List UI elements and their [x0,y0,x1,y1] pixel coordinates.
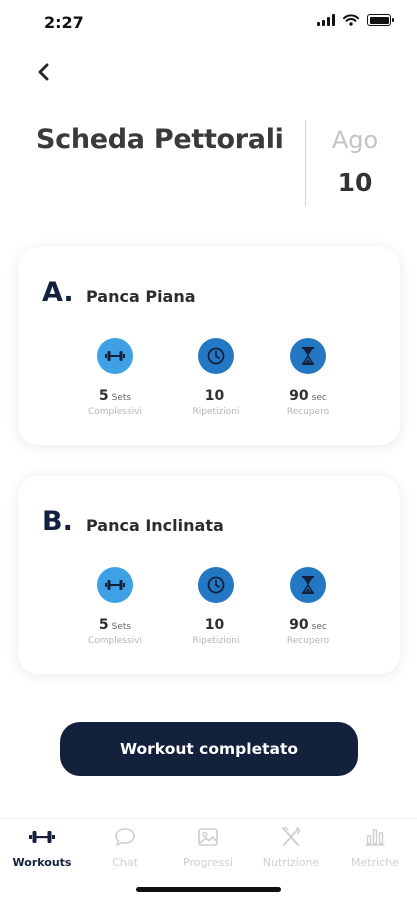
stat-label: Recupero [286,636,330,646]
exercise-letter: B. [42,506,73,537]
stat-reps: 10 Ripetizioni [166,567,266,646]
stat-label: Ripetizioni [192,636,240,646]
tab-label: Workouts [12,856,72,869]
tab-metriche[interactable]: Metriche [333,825,417,869]
status-bar: 2:27 [0,0,417,44]
stat-label: Recupero [286,407,330,417]
stat-unit: sec [311,622,327,632]
stat-label: Complessivi [87,407,142,417]
page-title: Scheda Pettorali [36,124,284,155]
stat-reps: 10 Ripetizioni [166,338,266,417]
chevron-left-icon [38,63,49,81]
clock-icon [198,567,234,603]
dumbbell-icon [97,338,133,374]
exercise-letter: A. [42,277,74,308]
bar-chart-icon [333,825,417,849]
stat-value: 90 [289,388,309,404]
stat-value: 5 [98,388,109,404]
stat-unit: sec [311,393,327,403]
stat-value: 90 [289,617,309,633]
cutlery-icon [249,825,333,849]
stat-label: Ripetizioni [192,407,240,417]
stat-rest: 90 sec Recupero [258,338,358,417]
workout-complete-button[interactable]: Workout completato [60,722,358,776]
date-day: 10 [337,168,373,197]
exercise-card-a[interactable]: A. Panca Piana 5 Sets Complessivi 10 Ripe… [18,247,400,445]
photo-icon [166,825,250,849]
tab-label: Progressi [183,856,233,869]
dumbbell-icon [0,825,84,849]
tab-workouts[interactable]: Workouts [0,825,84,869]
home-indicator[interactable] [136,887,281,892]
tab-nutrizione[interactable]: Nutrizione [249,825,333,869]
back-button[interactable] [32,60,56,84]
wifi-icon [343,14,359,26]
hourglass-icon [290,338,326,374]
dumbbell-icon [97,567,133,603]
status-time: 2:27 [44,13,84,32]
tab-chat[interactable]: Chat [83,825,167,869]
stat-value: 5 [98,617,109,633]
chat-icon [83,825,167,849]
stat-sets: 5 Sets Complessivi [65,338,165,417]
battery-icon [367,14,394,26]
stat-label: Complessivi [87,636,142,646]
clock-icon [198,338,234,374]
stat-unit: Sets [111,622,132,632]
stat-sets: 5 Sets Complessivi [65,567,165,646]
exercise-name: Panca Piana [86,287,196,306]
exercise-name: Panca Inclinata [86,516,224,535]
cellular-signal-icon [317,14,335,26]
tab-label: Metriche [351,856,399,869]
status-icons [317,14,394,26]
stat-unit: Sets [111,393,132,403]
tab-label: Chat [112,856,138,869]
stat-rest: 90 sec Recupero [258,567,358,646]
stat-value: 10 [204,617,225,633]
tab-label: Nutrizione [262,856,320,869]
stat-value: 10 [204,388,225,404]
date-month: Ago [331,126,379,154]
exercise-card-b[interactable]: B. Panca Inclinata 5 Sets Complessivi 10 … [18,476,400,674]
tab-progressi[interactable]: Progressi [166,825,250,869]
hourglass-icon [290,567,326,603]
